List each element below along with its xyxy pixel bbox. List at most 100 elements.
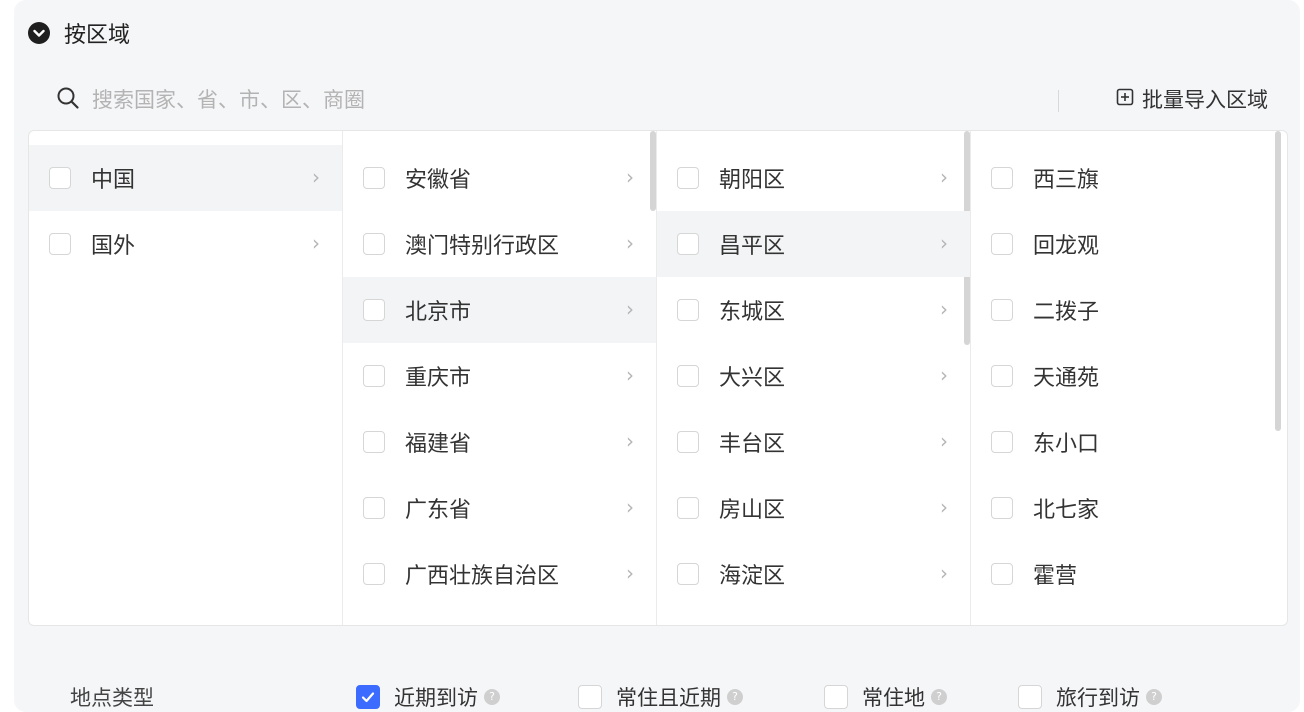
list-item[interactable]: 海淀区 ›	[657, 541, 970, 607]
chevron-right-icon: ›	[626, 164, 634, 189]
item-label: 广西壮族自治区	[405, 564, 560, 589]
list-item[interactable]: 国外 ›	[29, 211, 342, 277]
help-icon[interactable]: ?	[727, 689, 743, 705]
checkbox[interactable]	[677, 431, 699, 453]
checkbox[interactable]	[363, 431, 385, 453]
checkbox[interactable]	[677, 233, 699, 255]
option-label: 常住且近期	[616, 686, 721, 710]
location-type-row: 地点类型 近期到访 ? 常住且近期 ? 常住地 ? 旅行到访 ?	[0, 660, 1304, 710]
batch-import-label: 批量导入区域	[1142, 88, 1268, 112]
option-resident-and-recent[interactable]: 常住且近期 ?	[578, 682, 743, 712]
checkbox[interactable]	[363, 497, 385, 519]
list-item[interactable]: 回龙观	[971, 211, 1285, 277]
option-recent-visit[interactable]: 近期到访 ?	[356, 682, 500, 712]
help-icon[interactable]: ?	[931, 689, 947, 705]
option-label: 常住地	[862, 686, 925, 710]
help-icon[interactable]: ?	[484, 689, 500, 705]
list-item[interactable]: 安徽省 ›	[343, 145, 656, 211]
item-label: 霍营	[1033, 564, 1078, 589]
list-item[interactable]: 福建省 ›	[343, 409, 656, 475]
list-item[interactable]: 中国 ›	[29, 145, 342, 211]
checkbox[interactable]	[991, 167, 1013, 189]
item-label: 澳门特别行政区	[405, 234, 560, 259]
business-area-column: 西三旗 回龙观 二拨子 天通苑 东小口 北七家 霍营	[971, 131, 1285, 625]
checkbox[interactable]	[991, 365, 1013, 387]
country-column: 中国 › 国外 ›	[29, 131, 343, 625]
item-label: 朝阳区	[719, 168, 786, 193]
list-item[interactable]: 昌平区 ›	[657, 211, 970, 277]
checkbox-checked[interactable]	[356, 685, 380, 709]
district-column: 朝阳区 › 昌平区 › 东城区 › 大兴区 › 丰台区 › 房山区 › 海淀区 …	[657, 131, 971, 625]
list-item[interactable]: 广西壮族自治区 ›	[343, 541, 656, 607]
checkbox[interactable]	[991, 431, 1013, 453]
chevron-right-icon: ›	[626, 560, 634, 585]
chevron-right-icon: ›	[626, 428, 634, 453]
list-item[interactable]: 房山区 ›	[657, 475, 970, 541]
list-item[interactable]: 重庆市 ›	[343, 343, 656, 409]
list-item[interactable]: 东小口	[971, 409, 1285, 475]
import-icon	[1116, 87, 1142, 111]
search-icon	[56, 86, 80, 114]
search-input[interactable]	[90, 87, 694, 113]
checkbox[interactable]	[363, 563, 385, 585]
checkbox[interactable]	[578, 685, 602, 709]
section-title: 按区域	[64, 23, 131, 48]
checkbox[interactable]	[991, 299, 1013, 321]
checkbox[interactable]	[677, 167, 699, 189]
item-label: 回龙观	[1033, 234, 1100, 259]
chevron-right-icon: ›	[940, 296, 948, 321]
help-icon[interactable]: ?	[1146, 689, 1162, 705]
checkbox[interactable]	[363, 233, 385, 255]
item-label: 北京市	[405, 300, 472, 325]
divider	[1058, 90, 1059, 112]
option-travel-visit[interactable]: 旅行到访 ?	[1018, 682, 1162, 712]
list-item[interactable]: 广东省 ›	[343, 475, 656, 541]
chevron-right-icon: ›	[940, 362, 948, 387]
province-column: 安徽省 › 澳门特别行政区 › 北京市 › 重庆市 › 福建省 › 广东省 ›	[343, 131, 657, 625]
batch-import-button[interactable]: 批量导入区域	[1116, 84, 1268, 114]
item-label: 昌平区	[719, 234, 786, 259]
item-label: 天通苑	[1033, 366, 1100, 391]
item-label: 房山区	[719, 498, 786, 523]
checkbox[interactable]	[677, 497, 699, 519]
list-item[interactable]: 北京市 ›	[343, 277, 656, 343]
item-label: 重庆市	[405, 366, 472, 391]
item-label: 东城区	[719, 300, 786, 325]
checkbox[interactable]	[991, 233, 1013, 255]
checkbox[interactable]	[49, 233, 71, 255]
item-label: 北七家	[1033, 498, 1100, 523]
list-item[interactable]: 北七家	[971, 475, 1285, 541]
item-label: 东小口	[1033, 432, 1100, 457]
list-item[interactable]: 东城区 ›	[657, 277, 970, 343]
checkbox[interactable]	[991, 563, 1013, 585]
option-resident[interactable]: 常住地 ?	[824, 682, 947, 712]
list-item[interactable]: 西三旗	[971, 145, 1285, 211]
checkbox[interactable]	[1018, 685, 1042, 709]
checkbox[interactable]	[49, 167, 71, 189]
checkbox[interactable]	[677, 365, 699, 387]
checkbox[interactable]	[363, 365, 385, 387]
chevron-right-icon: ›	[940, 230, 948, 255]
chevron-down-icon[interactable]	[28, 22, 50, 44]
chevron-right-icon: ›	[312, 230, 320, 255]
item-label: 二拨子	[1033, 300, 1100, 325]
checkbox[interactable]	[677, 563, 699, 585]
list-item[interactable]: 霍营	[971, 541, 1285, 607]
checkbox[interactable]	[363, 167, 385, 189]
checkbox[interactable]	[677, 299, 699, 321]
list-item[interactable]: 天通苑	[971, 343, 1285, 409]
option-label: 旅行到访	[1056, 686, 1140, 710]
checkbox[interactable]	[363, 299, 385, 321]
chevron-right-icon: ›	[940, 560, 948, 585]
region-section-header[interactable]: 按区域	[28, 18, 130, 48]
list-item[interactable]: 澳门特别行政区 ›	[343, 211, 656, 277]
checkbox[interactable]	[824, 685, 848, 709]
list-item[interactable]: 丰台区 ›	[657, 409, 970, 475]
list-item[interactable]: 朝阳区 ›	[657, 145, 970, 211]
checkbox[interactable]	[991, 497, 1013, 519]
list-item[interactable]: 大兴区 ›	[657, 343, 970, 409]
item-label: 中国	[91, 168, 136, 193]
chevron-right-icon: ›	[626, 230, 634, 255]
list-item[interactable]: 二拨子	[971, 277, 1285, 343]
search-bar: 批量导入区域	[56, 80, 1268, 120]
